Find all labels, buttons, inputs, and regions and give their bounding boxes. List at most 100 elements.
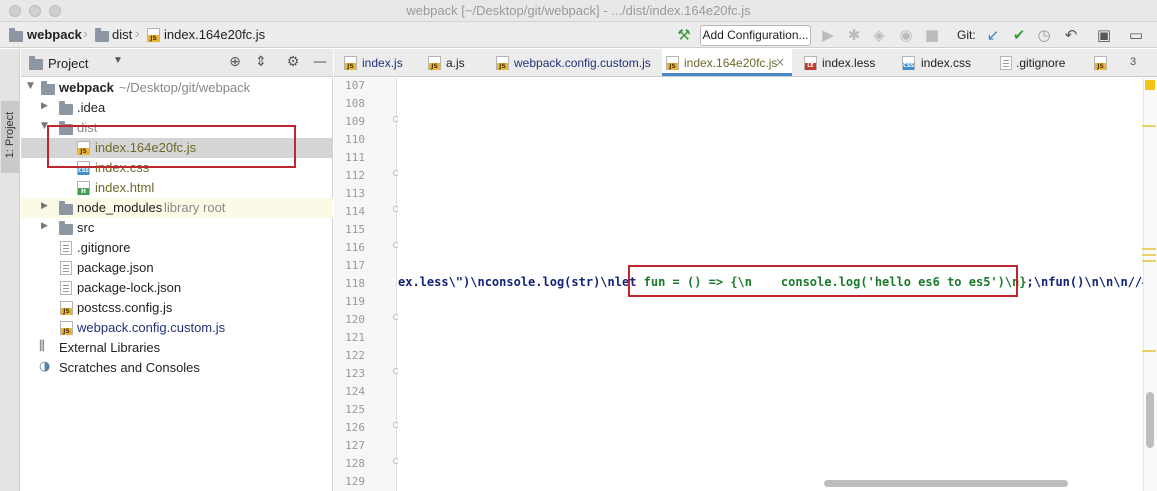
stripe-mark[interactable]	[1142, 350, 1156, 352]
line-number: 119	[345, 295, 365, 308]
line-number: 114	[345, 205, 365, 218]
tree-root[interactable]: ▼ webpack ~/Desktop/git/webpack	[21, 78, 333, 98]
tab-label: index.less	[822, 56, 876, 70]
project-panel-header: Project ▼ ⊕ ⇕ ⚙ —	[21, 49, 333, 77]
window-title: webpack [~/Desktop/git/webpack] - .../di…	[406, 3, 751, 18]
project-tool-tab[interactable]: 1: Project	[1, 101, 19, 173]
collapse-all-icon[interactable]: ⇕	[252, 53, 270, 71]
stripe-mark[interactable]	[1142, 254, 1156, 256]
annotation-box-selected-file	[47, 125, 296, 168]
git-label: Git:	[957, 28, 976, 42]
stripe-mark[interactable]	[1142, 260, 1156, 262]
project-folder-icon	[9, 28, 23, 42]
tree-item[interactable]: postcss.config.js	[21, 298, 333, 318]
gear-icon[interactable]: ⚙	[284, 53, 302, 71]
stripe-mark[interactable]	[1142, 125, 1156, 127]
locate-file-icon[interactable]: ⊕	[226, 53, 244, 71]
breadcrumb-folder[interactable]: dist	[112, 27, 132, 42]
git-update-icon[interactable]: ↙	[983, 25, 1003, 45]
tree-item[interactable]: .gitignore	[21, 238, 333, 258]
library-root-note: library root	[164, 200, 226, 215]
line-number: 127	[345, 439, 365, 452]
js-file-icon	[666, 56, 679, 70]
tab-label: index.css	[921, 56, 972, 70]
tree-item[interactable]: ▶ node_modules library root	[21, 198, 333, 218]
breadcrumb-project[interactable]: webpack	[27, 27, 82, 42]
line-number: 120	[345, 313, 365, 326]
tab-overflow-file[interactable]	[1090, 49, 1118, 76]
line-number: 107	[345, 79, 365, 92]
hammer-icon[interactable]: ⚒	[674, 25, 694, 45]
hide-panel-icon[interactable]: —	[311, 53, 329, 71]
run-icon[interactable]: ▶	[818, 25, 838, 45]
profile-icon[interactable]: ◉	[896, 25, 916, 45]
project-structure-icon[interactable]: ▣	[1094, 25, 1114, 45]
chevron-down-icon[interactable]: ▼	[113, 55, 123, 66]
collapse-arrow-icon[interactable]: ▶	[41, 201, 48, 211]
tree-item-label: .idea	[77, 100, 106, 115]
project-view-icon	[29, 56, 43, 70]
revert-icon[interactable]: ↶	[1061, 25, 1081, 45]
external-libraries-item[interactable]: ⫼ External Libraries	[21, 338, 333, 358]
line-number: 123	[345, 367, 365, 380]
less-file-icon	[804, 56, 817, 70]
folder-icon	[95, 28, 109, 42]
add-configuration-button[interactable]: Add Configuration...	[700, 25, 811, 46]
tab-label: a.js	[446, 56, 465, 70]
tab-label: index.164e20fc.js	[684, 56, 778, 70]
line-number: 113	[345, 187, 365, 200]
stripe-mark[interactable]	[1142, 248, 1156, 250]
close-tab-icon[interactable]: ×	[775, 55, 785, 69]
tab-label: .gitignore	[1016, 56, 1066, 70]
history-icon[interactable]: ◷	[1034, 25, 1054, 45]
code-tail-part: ;\nfun()\n\n\n//# sourc	[1026, 275, 1143, 289]
line-number-gutter: 107 108 109 110 111 112 113 114 115 116 …	[334, 78, 397, 491]
line-number: 129	[345, 475, 365, 488]
line-number: 124	[345, 385, 365, 398]
stop-icon[interactable]: ■	[922, 25, 942, 45]
line-number: 118	[345, 277, 365, 290]
collapse-arrow-icon[interactable]: ▶	[41, 221, 48, 231]
scratches-icon: ◑	[39, 359, 51, 374]
json-file-icon	[60, 281, 72, 295]
tree-item[interactable]: package.json	[21, 258, 333, 278]
tab-webpack-config[interactable]: webpack.config.custom.js	[492, 49, 658, 76]
line-number: 111	[345, 151, 365, 164]
horizontal-scrollbar[interactable]	[824, 480, 1068, 487]
debug-icon[interactable]: ✱	[844, 25, 864, 45]
expand-arrow-icon[interactable]: ▼	[27, 81, 34, 91]
tree-item-label: Scratches and Consoles	[59, 360, 200, 375]
js-file-icon	[428, 56, 441, 70]
folder-icon	[59, 201, 73, 215]
tree-item[interactable]: package-lock.json	[21, 278, 333, 298]
tab-a-js[interactable]: a.js	[424, 49, 488, 76]
tab-index-css[interactable]: index.css	[900, 49, 986, 76]
tab-gitignore[interactable]: .gitignore	[996, 49, 1082, 76]
git-commit-icon[interactable]: ✔	[1009, 25, 1029, 45]
annotation-box-code	[628, 265, 1018, 297]
tab-index-js[interactable]: index.js	[340, 49, 420, 76]
tree-item[interactable]: ▶ src	[21, 218, 333, 238]
tree-item[interactable]: webpack.config.custom.js	[21, 318, 333, 338]
js-file-icon	[344, 56, 357, 70]
tree-item-label: index.html	[95, 180, 155, 195]
css-file-icon	[902, 56, 915, 70]
scratches-item[interactable]: ◑ Scratches and Consoles	[21, 358, 333, 378]
root-name: webpack	[59, 80, 114, 95]
project-view-selector[interactable]: Project	[48, 56, 88, 71]
tabs-overflow-button[interactable]: 3	[1126, 49, 1156, 76]
tree-item-label: .gitignore	[77, 240, 131, 255]
js-file-icon	[496, 56, 509, 70]
tabs-overflow-count: 3	[1130, 56, 1137, 68]
collapse-arrow-icon[interactable]: ▶	[41, 101, 48, 111]
line-number: 108	[345, 97, 365, 110]
tab-index-less[interactable]: index.less	[800, 49, 890, 76]
breadcrumb-file[interactable]: index.164e20fc.js	[164, 27, 265, 42]
coverage-icon[interactable]: ◈	[869, 25, 889, 45]
vertical-scrollbar[interactable]	[1146, 392, 1154, 448]
tree-item[interactable]: index.html	[21, 178, 333, 198]
tab-index-164e20fc-js[interactable]: index.164e20fc.js ×	[662, 49, 792, 76]
terminal-icon[interactable]: ▭	[1126, 25, 1146, 45]
tree-item[interactable]: ▶ .idea	[21, 98, 333, 118]
inspection-status-icon[interactable]	[1145, 80, 1155, 90]
